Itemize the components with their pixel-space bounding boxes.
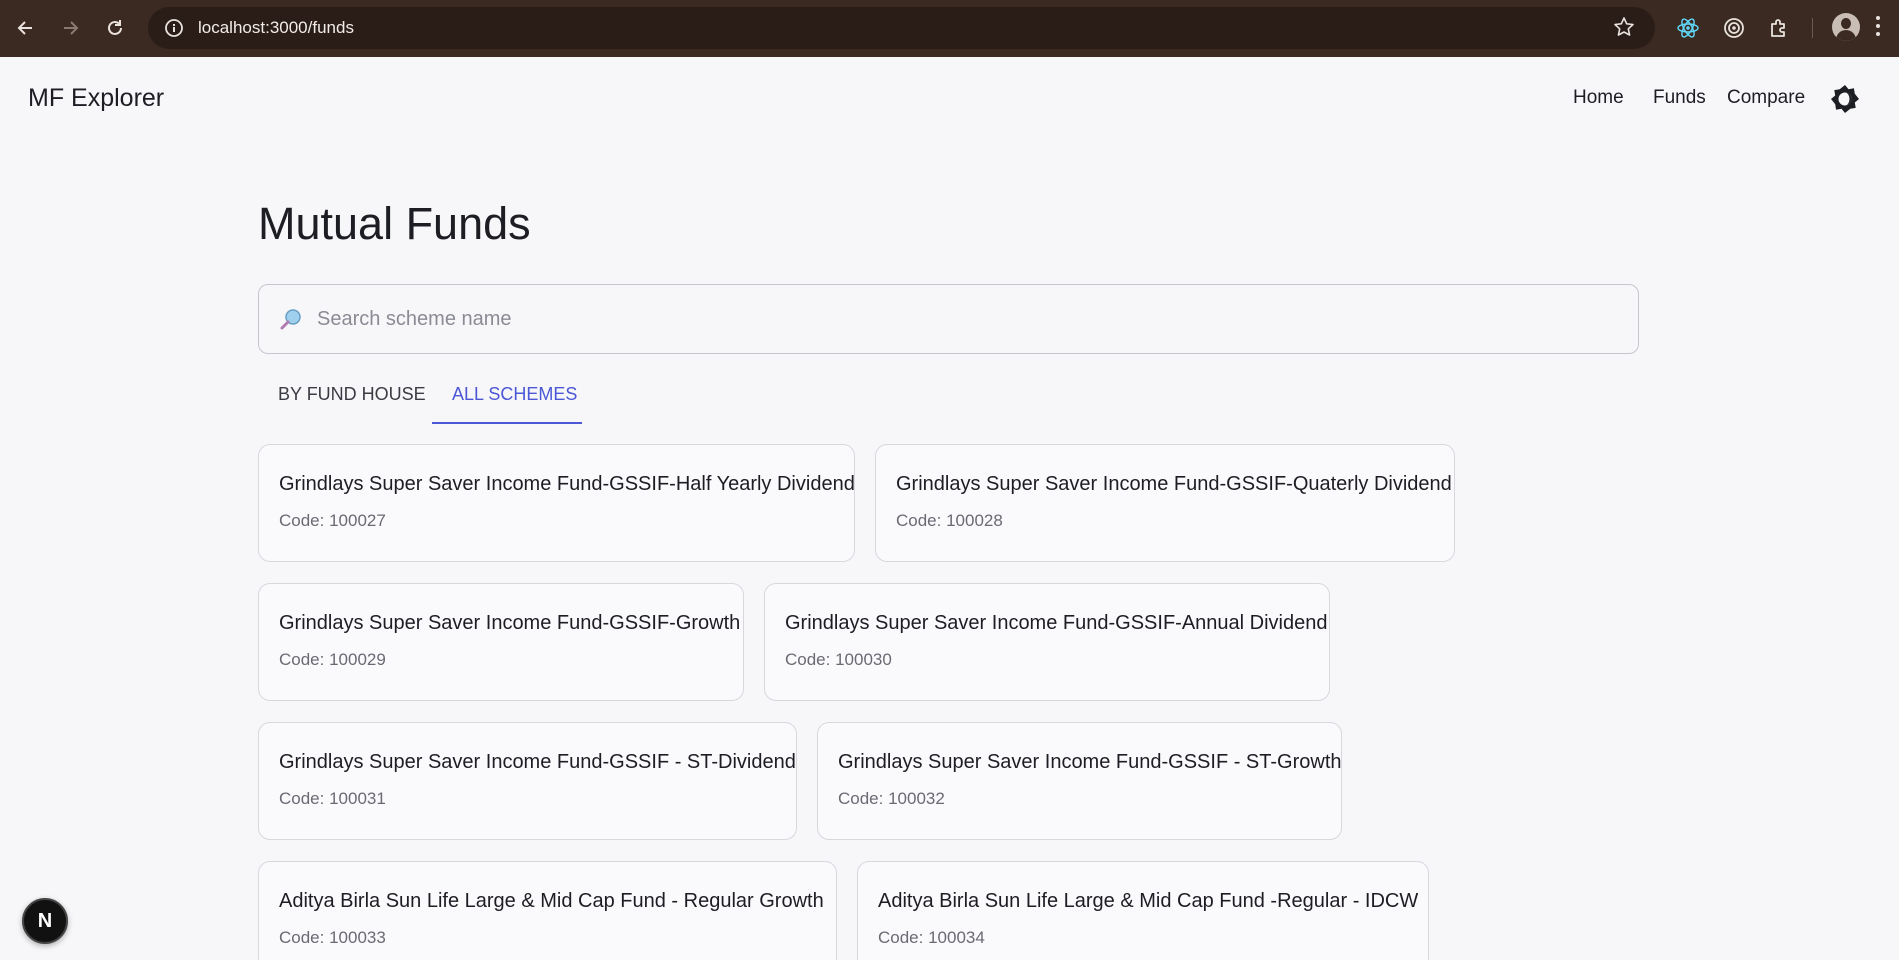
search-box[interactable] (258, 284, 1639, 354)
tab-by-fund-house[interactable]: BY FUND HOUSE (278, 384, 426, 405)
url-text[interactable]: localhost:3000/funds (198, 18, 354, 38)
toolbar-divider (1812, 18, 1813, 38)
nav-compare-link[interactable]: Compare (1727, 87, 1805, 109)
scheme-code: Code: 100031 (279, 789, 386, 808)
address-bar[interactable]: localhost:3000/funds (148, 7, 1655, 49)
react-devtools-icon[interactable] (1672, 12, 1704, 44)
browser-menu-icon[interactable] (1876, 16, 1880, 36)
scheme-code: Code: 100030 (785, 650, 892, 669)
scheme-code: Code: 100028 (896, 511, 1003, 530)
scheme-name: Grindlays Super Saver Income Fund-GSSIF-… (896, 473, 1452, 495)
forward-button[interactable] (48, 6, 92, 50)
target-extension-icon[interactable] (1718, 12, 1750, 44)
theme-toggle-button[interactable] (1830, 84, 1860, 114)
reload-button[interactable] (93, 6, 137, 50)
nextjs-dev-badge[interactable]: N (22, 898, 68, 944)
scheme-card[interactable]: Aditya Birla Sun Life Large & Mid Cap Fu… (258, 861, 837, 960)
nav-funds-link[interactable]: Funds (1653, 87, 1706, 109)
scheme-card[interactable]: Grindlays Super Saver Income Fund-GSSIF-… (258, 583, 744, 701)
active-tab-indicator (432, 422, 582, 424)
extensions-puzzle-icon[interactable] (1763, 12, 1795, 44)
scheme-card[interactable]: Grindlays Super Saver Income Fund-GSSIF-… (875, 444, 1455, 562)
scheme-name: Aditya Birla Sun Life Large & Mid Cap Fu… (279, 890, 824, 912)
brightness-icon (1831, 85, 1859, 113)
arrow-left-icon (17, 21, 32, 35)
scheme-name: Aditya Birla Sun Life Large & Mid Cap Fu… (878, 890, 1419, 912)
scheme-code: Code: 100027 (279, 511, 386, 530)
scheme-card[interactable]: Aditya Birla Sun Life Large & Mid Cap Fu… (857, 861, 1429, 960)
scheme-name: Grindlays Super Saver Income Fund-GSSIF … (279, 751, 796, 773)
browser-toolbar: localhost:3000/funds (0, 0, 1899, 57)
brand-logo-text[interactable]: MF Explorer (28, 84, 164, 113)
arrow-right-icon (64, 21, 79, 35)
scheme-card[interactable]: Grindlays Super Saver Income Fund-GSSIF-… (258, 444, 855, 562)
search-input[interactable] (317, 307, 1617, 331)
scheme-name: Grindlays Super Saver Income Fund-GSSIF … (838, 751, 1342, 773)
bookmark-star-icon[interactable] (1613, 16, 1635, 43)
scheme-name: Grindlays Super Saver Income Fund-GSSIF-… (279, 473, 855, 495)
scheme-card[interactable]: Grindlays Super Saver Income Fund-GSSIF-… (764, 583, 1330, 701)
nav-home-link[interactable]: Home (1573, 87, 1624, 109)
tab-all-schemes[interactable]: ALL SCHEMES (452, 384, 577, 405)
back-button[interactable] (4, 6, 48, 50)
scheme-code: Code: 100033 (279, 928, 386, 947)
profile-avatar[interactable] (1832, 13, 1860, 41)
scheme-code: Code: 100032 (838, 789, 945, 808)
magnifier-icon (279, 307, 305, 331)
scheme-card[interactable]: Grindlays Super Saver Income Fund-GSSIF … (817, 722, 1342, 840)
scheme-name: Grindlays Super Saver Income Fund-GSSIF-… (785, 612, 1328, 634)
scheme-card[interactable]: Grindlays Super Saver Income Fund-GSSIF … (258, 722, 797, 840)
scheme-code: Code: 100029 (279, 650, 386, 669)
page-title: Mutual Funds (258, 198, 531, 249)
reload-icon (108, 20, 122, 35)
site-info-icon[interactable] (154, 18, 194, 38)
scheme-name: Grindlays Super Saver Income Fund-GSSIF-… (279, 612, 741, 634)
scheme-code: Code: 100034 (878, 928, 985, 947)
